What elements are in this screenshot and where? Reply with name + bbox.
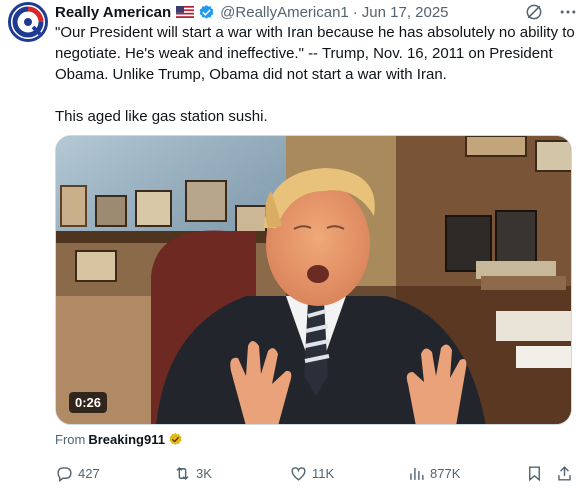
reply-button[interactable]: 427 [55, 462, 100, 484]
media-attribution: From Breaking911 [55, 432, 183, 447]
heart-icon [291, 466, 306, 481]
reply-count: 427 [78, 465, 100, 481]
user-handle[interactable]: @ReallyAmerican1 [220, 4, 349, 21]
repost-icon [176, 466, 189, 480]
view-count: 877K [430, 465, 461, 481]
gold-verified-badge-icon [169, 432, 182, 445]
us-flag-icon [176, 6, 195, 18]
reply-icon [57, 466, 72, 482]
more-options-icon[interactable] [558, 2, 578, 22]
tweet-card[interactable]: Really American @ReallyAmerican1 · Jun 1… [0, 0, 586, 492]
like-count: 11K [312, 465, 335, 481]
repost-count: 3K [196, 465, 212, 481]
tweet-header: Really American @ReallyAmerican1 · Jun 1… [55, 1, 578, 23]
views-chart-icon [410, 467, 424, 480]
bookmark-icon [529, 465, 540, 481]
display-name[interactable]: Really American [55, 4, 171, 21]
video-player[interactable]: 0:26 [55, 135, 572, 425]
tweet-text: "Our President will start a war with Ira… [55, 22, 575, 127]
action-bar: 427 3K 11K 877K [55, 462, 575, 484]
really-american-logo-icon [11, 5, 45, 39]
verified-badge-icon [199, 4, 214, 19]
grok-icon[interactable] [524, 2, 544, 22]
video-frame [56, 136, 571, 424]
views-button[interactable]: 877K [407, 462, 460, 484]
separator-dot: · [352, 3, 358, 21]
share-button[interactable] [555, 462, 574, 484]
avatar[interactable] [8, 2, 48, 42]
attribution-source[interactable]: Breaking911 [88, 432, 165, 447]
share-icon [558, 465, 571, 481]
bookmark-button[interactable] [525, 462, 544, 484]
post-date[interactable]: Jun 17, 2025 [362, 4, 449, 21]
repost-button[interactable]: 3K [173, 462, 212, 484]
tweet-paragraph-comment: This aged like gas station sushi. [55, 108, 268, 125]
attribution-prefix: From [55, 432, 86, 447]
video-duration: 0:26 [69, 392, 108, 413]
tweet-paragraph-quote: "Our President will start a war with Ira… [55, 24, 575, 83]
like-button[interactable]: 11K [289, 462, 334, 484]
